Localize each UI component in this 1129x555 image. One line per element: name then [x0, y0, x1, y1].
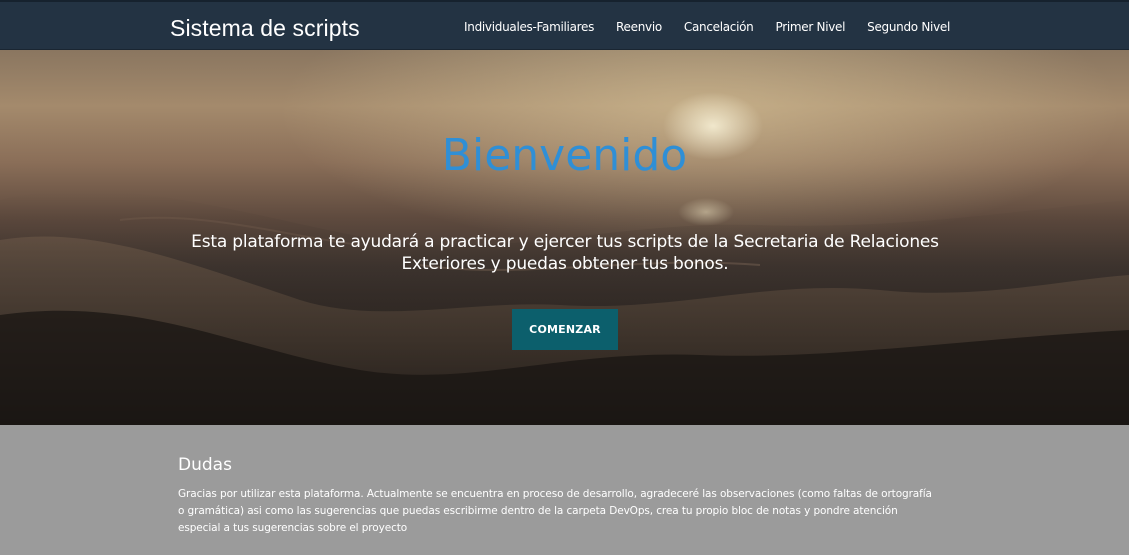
dudas-section: Dudas Gracias por utilizar esta platafor… [178, 455, 938, 537]
nav-link-reenvio[interactable]: Reenvio [616, 20, 662, 34]
comenzar-button[interactable]: COMENZAR [512, 309, 618, 350]
hero-title: Bienvenido [441, 130, 688, 181]
nav-link-segundo-nivel[interactable]: Segundo Nivel [867, 20, 950, 34]
nav-link-primer-nivel[interactable]: Primer Nivel [776, 20, 846, 34]
nav-link-cancelacion[interactable]: Cancelación [684, 20, 754, 34]
dudas-title: Dudas [178, 455, 232, 475]
nav-links: Individuales-Familiares Reenvio Cancelac… [464, 20, 950, 34]
brand-link[interactable]: Sistema de scripts [170, 15, 360, 42]
hero-section: Bienvenido Esta plataforma te ayudará a … [0, 50, 1129, 425]
nav-link-individuales-familiares[interactable]: Individuales-Familiares [464, 20, 594, 34]
dudas-text: Gracias por utilizar esta plataforma. Ac… [178, 488, 932, 534]
navbar: Sistema de scripts Individuales-Familiar… [0, 0, 1129, 50]
hero-description: Esta plataforma te ayudará a practicar y… [191, 232, 939, 274]
